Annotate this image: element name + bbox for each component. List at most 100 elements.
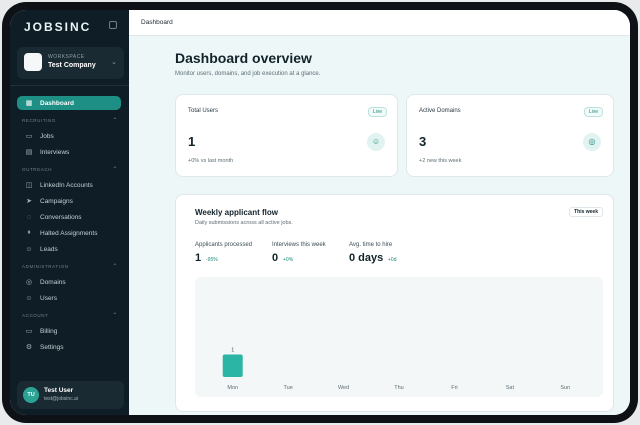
workspace-kicker: WORKSPACE [48,54,85,60]
chart-tick-label: Fri [451,385,457,391]
card-title: Weekly applicant flow [195,208,278,217]
section-outreach[interactable]: OUTREACH ⌃ [22,167,118,173]
globe-icon: ◎ [583,133,601,151]
sidebar-item-interviews[interactable]: ▤ Interviews [17,145,121,159]
metric-delta: -95% [206,257,218,263]
device-frame: JOBSINC WORKSPACE Test Company ⌄ ▦ Dashb… [2,2,638,423]
metric-delta: +0d [388,257,397,263]
chart-bar-mon[interactable] [222,354,243,378]
sidebar-item-billing[interactable]: ▭ Billing [17,324,121,338]
section-label: OUTREACH [22,167,53,172]
section-recruiting[interactable]: RECRUITING ⌃ [22,118,118,124]
stat-card-active-domains: Active Domains Live 3 +2 new this week ◎ [406,94,614,177]
user-name: Test User [44,387,74,394]
chart-tick-label: Sun [560,385,570,391]
avatar: TU [23,387,39,403]
linkedin-icon: ◫ [25,182,33,189]
stat-note: +0% vs last month [188,158,234,164]
stat-value: 1 [188,134,196,149]
sidebar-item-label: Campaigns [40,197,73,205]
sidebar: JOBSINC WORKSPACE Test Company ⌄ ▦ Dashb… [10,10,129,415]
app-screen: JOBSINC WORKSPACE Test Company ⌄ ▦ Dashb… [10,10,630,415]
chat-icon: ◌ [26,213,32,221]
main-content: Dashboard Dashboard overview Monitor use… [129,10,630,415]
metric-label: Interviews this week [272,242,326,248]
chart-tick-label: Tue [284,385,293,391]
metric-value: 1 [195,252,202,264]
sidebar-item-label: Domains [40,278,66,286]
chart-data-label: 1 [231,348,234,354]
page-title: Dashboard overview [175,50,312,66]
sidebar-item-label: Users [40,294,57,302]
status-badge: Live [367,107,387,117]
chart-svg: 1 Mon Tue Wed Thu Fri Sat Sun [222,348,570,391]
users-icon: ☺ [25,245,33,253]
sidebar-divider [10,85,129,86]
sidebar-collapse-icon[interactable] [109,21,117,29]
period-selector[interactable]: This week [569,207,603,217]
metric-value: 0 days [349,252,384,264]
page-subtitle: Monitor users, domains, and job executio… [175,71,321,77]
pause-icon: ⏸ [27,229,31,236]
section-administration[interactable]: ADMINISTRATION ⌃ [22,264,118,270]
stat-label: Total Users [188,108,219,114]
sidebar-item-domains[interactable]: ◎ Domains [17,275,121,289]
sidebar-item-jobs[interactable]: ▭ Jobs [17,129,121,143]
credit-card-icon: ▭ [25,328,33,335]
chevron-up-icon: ⌃ [112,118,118,124]
stat-note: +2 new this week [419,158,462,164]
topbar: Dashboard [129,10,630,36]
calendar-icon: ▤ [25,149,33,156]
chart-tick-label: Wed [338,385,349,391]
user-menu[interactable]: TU Test User test@jobsinc.ai [17,381,124,409]
sidebar-item-label: Dashboard [40,99,74,107]
workspace-logo [24,53,42,71]
sidebar-item-dashboard[interactable]: ▦ Dashboard [17,96,121,110]
chevron-up-icon: ⌃ [112,264,118,270]
metric-value: 0 [272,252,279,264]
gear-icon: ⚙ [25,344,33,351]
send-icon: ➤ [26,198,32,205]
sidebar-item-label: Jobs [40,132,54,140]
user-icon: ☺ [25,294,33,302]
chart-tick-label: Thu [394,385,403,391]
metric-label: Applicants processed [195,242,253,248]
sidebar-item-leads[interactable]: ☺ Leads [17,242,121,256]
chart-tick-label: Mon [227,385,238,391]
user-email: test@jobsinc.ai [44,396,78,402]
users-icon: ☺ [367,133,385,151]
sidebar-item-settings[interactable]: ⚙ Settings [17,340,121,354]
sidebar-item-label: Billing [40,327,58,335]
sidebar-item-label: Leads [40,245,58,253]
stat-card-total-users: Total Users Live 1 +0% vs last month ☺ [175,94,398,177]
sidebar-item-label: Halted Assignments [40,229,98,237]
section-label: ACCOUNT [22,313,49,318]
globe-icon: ◎ [25,279,33,286]
chevron-up-icon: ⌃ [112,313,118,319]
section-label: ADMINISTRATION [22,264,69,269]
breadcrumb: Dashboard [141,19,173,26]
stat-label: Active Domains [419,108,461,114]
sidebar-item-conversations[interactable]: ◌ Conversations [17,210,121,224]
sidebar-item-label: LinkedIn Accounts [40,181,93,189]
section-account[interactable]: ACCOUNT ⌃ [22,313,118,319]
metric-label: Avg. time to hire [349,242,393,248]
sidebar-item-halted-assignments[interactable]: ⏸ Halted Assignments [17,226,121,240]
metric-delta: +0% [283,257,294,263]
sidebar-item-label: Settings [40,343,64,351]
section-label: RECRUITING [22,118,56,123]
workspace-switcher[interactable]: WORKSPACE Test Company ⌄ [17,47,124,79]
app-logo[interactable]: JOBSINC [24,20,91,34]
status-badge: Live [583,107,603,117]
briefcase-icon: ▭ [25,133,33,140]
sidebar-item-users[interactable]: ☺ Users [17,291,121,305]
dashboard-icon: ▦ [25,100,33,107]
chevron-updown-icon: ⌄ [111,59,117,66]
sidebar-item-campaigns[interactable]: ➤ Campaigns [17,194,121,208]
workspace-name: Test Company [48,62,96,69]
sidebar-item-label: Interviews [40,148,70,156]
weekly-bar-chart: 1 Mon Tue Wed Thu Fri Sat Sun [195,277,603,397]
sidebar-item-linkedin[interactable]: ◫ LinkedIn Accounts [17,178,121,192]
sidebar-item-label: Conversations [40,213,82,221]
chevron-up-icon: ⌃ [112,167,118,173]
